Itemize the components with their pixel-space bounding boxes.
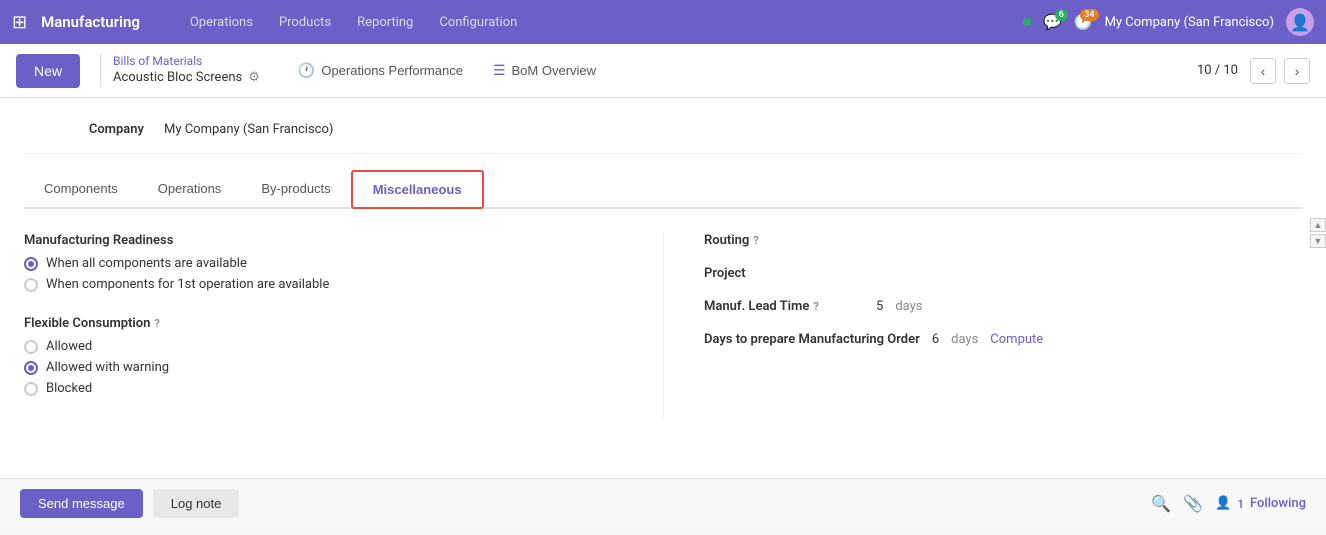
page-count: 10 / 10 — [1197, 63, 1238, 78]
radio-blocked-label: Blocked — [46, 381, 92, 396]
manuf-lead-time-value[interactable]: 5 — [876, 299, 883, 314]
form-right: Routing ? Project Manuf. Lead Time ? — [663, 233, 1302, 420]
scrollbar[interactable]: ▲ ▼ — [1310, 218, 1326, 248]
new-button[interactable]: New — [16, 54, 80, 88]
breadcrumb-info: Bills of Materials Acoustic Bloc Screens… — [100, 54, 260, 86]
manuf-lead-time-field: Manuf. Lead Time ? 5 days — [704, 299, 1282, 314]
search-icon[interactable]: 🔍 — [1151, 494, 1171, 513]
radio-allowed-circle[interactable] — [24, 340, 38, 354]
breadcrumb-right: 10 / 10 ‹ › — [1197, 58, 1310, 84]
follow-btn[interactable]: 👤 1 Following — [1215, 496, 1306, 511]
days-prepare-value[interactable]: 6 — [932, 332, 939, 347]
radio-allowed-label: Allowed — [46, 339, 92, 354]
routing-label: Routing ? — [704, 233, 864, 248]
list-icon: ☰ — [493, 62, 506, 79]
bom-overview-btn[interactable]: ☰ BoM Overview — [483, 57, 606, 84]
flexible-consumption-label: Flexible Consumption ? — [24, 316, 643, 331]
flexible-consumption-help: ? — [154, 317, 159, 330]
radio-all-components-circle[interactable] — [24, 257, 38, 271]
attachment-icon[interactable]: 📎 — [1183, 494, 1203, 513]
project-label: Project — [704, 266, 864, 281]
radio-first-op-label: When components for 1st operation are av… — [46, 277, 329, 292]
manufacturing-readiness-field: Manufacturing Readiness When all compone… — [24, 233, 643, 292]
nav-configuration[interactable]: Configuration — [429, 11, 527, 34]
tab-operations[interactable]: Operations — [138, 171, 242, 208]
user-avatar[interactable]: 👤 — [1286, 8, 1314, 36]
tabs-row: Components Operations By-products Miscel… — [24, 170, 1302, 209]
routing-help: ? — [753, 234, 758, 247]
footer-right: 🔍 📎 👤 1 Following — [1151, 494, 1306, 513]
tab-byproducts[interactable]: By-products — [241, 171, 350, 208]
nav-reporting[interactable]: Reporting — [347, 11, 423, 34]
followers-count: 1 — [1237, 497, 1244, 511]
company-row: Company My Company (San Francisco) — [24, 114, 1302, 154]
next-page-btn[interactable]: › — [1284, 58, 1310, 84]
radio-allowed-warning-circle[interactable] — [24, 361, 38, 375]
breadcrumb-actions: 🕐 Operations Performance ☰ BoM Overview — [288, 57, 606, 84]
company-value: My Company (San Francisco) — [164, 122, 333, 137]
messages-btn[interactable]: 💬 6 — [1043, 13, 1062, 31]
compute-btn[interactable]: Compute — [990, 332, 1043, 347]
nav-links: Operations Products Reporting Configurat… — [180, 11, 527, 34]
radio-allowed-warning-label: Allowed with warning — [46, 360, 169, 375]
activities-badge: 34 — [1080, 9, 1098, 21]
flexible-consumption-field: Flexible Consumption ? Allowed Allowed w… — [24, 316, 643, 396]
days-prepare-unit: days — [951, 332, 978, 347]
brand-label: Manufacturing — [41, 13, 140, 31]
radio-blocked-circle[interactable] — [24, 382, 38, 396]
radio-all-components-label: When all components are available — [46, 256, 247, 271]
breadcrumb-item-name: Acoustic Bloc Screens — [113, 70, 242, 87]
breadcrumb-subtitle: Acoustic Bloc Screens ⚙ — [113, 70, 260, 87]
ops-perf-label: Operations Performance — [321, 63, 463, 78]
breadcrumb-bar: New Bills of Materials Acoustic Bloc Scr… — [0, 44, 1326, 98]
clock-icon: 🕐 — [298, 62, 315, 79]
manufacturing-readiness-label: Manufacturing Readiness — [24, 233, 643, 248]
scroll-down-btn[interactable]: ▼ — [1310, 234, 1326, 248]
follow-user-icon: 👤 — [1215, 496, 1231, 511]
log-note-btn[interactable]: Log note — [153, 489, 240, 518]
footer-bar: Send message Log note 🔍 📎 👤 1 Following — [0, 478, 1326, 528]
breadcrumb-title[interactable]: Bills of Materials — [113, 54, 260, 70]
nav-products[interactable]: Products — [269, 11, 341, 34]
radio-all-components[interactable]: When all components are available — [24, 256, 643, 271]
radio-allowed[interactable]: Allowed — [24, 339, 643, 354]
manuf-lead-time-label: Manuf. Lead Time ? — [704, 299, 864, 314]
tab-miscellaneous[interactable]: Miscellaneous — [351, 170, 484, 209]
project-field: Project — [704, 266, 1282, 281]
online-dot — [1023, 18, 1031, 26]
nav-operations[interactable]: Operations — [180, 11, 263, 34]
scroll-up-btn[interactable]: ▲ — [1310, 218, 1326, 232]
radio-first-op-circle[interactable] — [24, 278, 38, 292]
form-grid: Manufacturing Readiness When all compone… — [24, 209, 1302, 444]
manuf-lead-time-help: ? — [813, 300, 818, 313]
radio-blocked[interactable]: Blocked — [24, 381, 643, 396]
main-wrapper: Company My Company (San Francisco) Compo… — [0, 98, 1326, 478]
bom-overview-label: BoM Overview — [512, 63, 597, 78]
form-left: Manufacturing Readiness When all compone… — [24, 233, 663, 420]
activities-btn[interactable]: 🕐 34 — [1074, 13, 1093, 31]
grid-icon[interactable]: ⊞ — [12, 12, 27, 33]
send-message-btn[interactable]: Send message — [20, 489, 143, 518]
days-prepare-field: Days to prepare Manufacturing Order 6 da… — [704, 332, 1282, 347]
main-content: Company My Company (San Francisco) Compo… — [0, 98, 1326, 478]
ops-performance-btn[interactable]: 🕐 Operations Performance — [288, 57, 473, 84]
top-navigation: ⊞ Manufacturing Operations Products Repo… — [0, 0, 1326, 44]
radio-allowed-warning[interactable]: Allowed with warning — [24, 360, 643, 375]
routing-field: Routing ? — [704, 233, 1282, 248]
radio-first-op[interactable]: When components for 1st operation are av… — [24, 277, 643, 292]
company-label: Company — [24, 122, 144, 137]
tab-components[interactable]: Components — [24, 171, 138, 208]
company-name: My Company (San Francisco) — [1105, 15, 1274, 30]
prev-page-btn[interactable]: ‹ — [1250, 58, 1276, 84]
manuf-lead-time-unit: days — [895, 299, 922, 314]
following-label: Following — [1250, 496, 1306, 511]
days-prepare-label: Days to prepare Manufacturing Order — [704, 332, 920, 347]
settings-gear-icon[interactable]: ⚙ — [248, 70, 260, 87]
messages-badge: 6 — [1055, 9, 1068, 21]
